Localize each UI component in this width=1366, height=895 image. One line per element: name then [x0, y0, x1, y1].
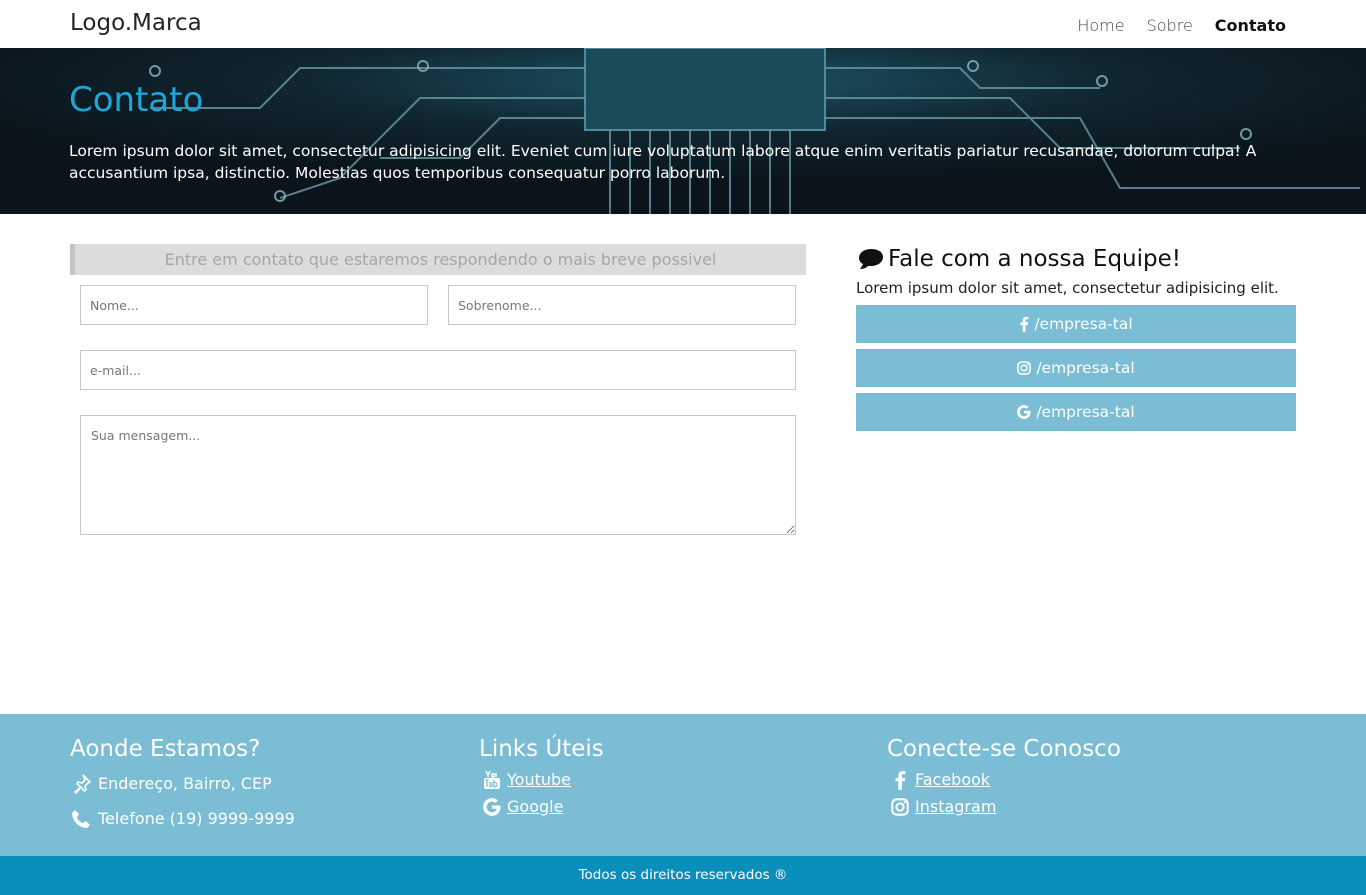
- instagram-button[interactable]: /empresa-tal: [856, 349, 1296, 387]
- youtube-icon: [483, 770, 501, 790]
- team-title-text: Fale com a nossa Equipe!: [888, 246, 1181, 272]
- nav-links: Home Sobre Contato: [1077, 16, 1286, 35]
- form-heading: Entre em contato que estaremos responden…: [70, 244, 806, 275]
- comment-icon: [858, 248, 884, 270]
- message-textarea[interactable]: [80, 415, 796, 535]
- google-link[interactable]: Google: [507, 797, 563, 816]
- last-name-input[interactable]: [448, 285, 796, 325]
- team-heading: Fale com a nossa Equipe!: [858, 246, 1181, 272]
- google-button[interactable]: /empresa-tal: [856, 393, 1296, 431]
- youtube-link[interactable]: Youtube: [507, 770, 571, 789]
- pin-icon: [70, 773, 92, 795]
- facebook-button-label: /empresa-tal: [1034, 315, 1133, 333]
- nav-link-home[interactable]: Home: [1077, 16, 1124, 35]
- page-title: Contato: [69, 80, 204, 120]
- hero-banner: Contato Lorem ipsum dolor sit amet, cons…: [0, 48, 1366, 214]
- brand-logo[interactable]: Logo.Marca: [70, 10, 202, 36]
- footer: Aonde Estamos? Endereço, Bairro, CEP Tel…: [0, 714, 1366, 856]
- footer-links: Links Úteis Youtube Google: [479, 736, 604, 820]
- first-name-input[interactable]: [80, 285, 428, 325]
- google-link-item: Google: [479, 793, 604, 820]
- facebook-link-item: Facebook: [887, 766, 1121, 793]
- footer-connect-title: Conecte-se Conosco: [887, 736, 1121, 762]
- phone-icon: [70, 808, 92, 830]
- instagram-link-item: Instagram: [887, 793, 1121, 820]
- phone-item: Telefone (19) 9999-9999: [70, 805, 295, 832]
- email-input[interactable]: [80, 350, 796, 390]
- phone-text: Telefone (19) 9999-9999: [98, 809, 295, 828]
- hero-description: Lorem ipsum dolor sit amet, consectetur …: [69, 142, 1257, 182]
- youtube-link-item: Youtube: [479, 766, 604, 793]
- facebook-link[interactable]: Facebook: [915, 770, 990, 789]
- google-icon: [483, 797, 501, 816]
- instagram-icon: [1017, 361, 1032, 375]
- address-item: Endereço, Bairro, CEP: [70, 770, 295, 797]
- footer-location-title: Aonde Estamos?: [70, 736, 261, 762]
- facebook-icon: [1019, 316, 1029, 332]
- nav-link-contato[interactable]: Contato: [1215, 16, 1286, 35]
- footer-location: Aonde Estamos? Endereço, Bairro, CEP Tel…: [70, 736, 295, 832]
- nav-link-sobre[interactable]: Sobre: [1147, 16, 1193, 35]
- google-icon: [1017, 405, 1031, 419]
- footer-connect: Conecte-se Conosco Facebook Instagram: [887, 736, 1121, 820]
- facebook-button[interactable]: /empresa-tal: [856, 305, 1296, 343]
- google-button-label: /empresa-tal: [1036, 403, 1135, 421]
- footer-links-title: Links Úteis: [479, 736, 604, 762]
- copyright-bar: Todos os direitos reservados ®: [0, 856, 1366, 895]
- navbar: Logo.Marca Home Sobre Contato: [0, 0, 1366, 48]
- address-text: Endereço, Bairro, CEP: [98, 774, 272, 793]
- facebook-icon: [891, 770, 909, 790]
- instagram-link[interactable]: Instagram: [915, 797, 996, 816]
- instagram-icon: [891, 797, 909, 816]
- team-description: Lorem ipsum dolor sit amet, consectetur …: [856, 279, 1279, 297]
- circuit-background-image: [0, 48, 1366, 214]
- instagram-button-label: /empresa-tal: [1036, 359, 1135, 377]
